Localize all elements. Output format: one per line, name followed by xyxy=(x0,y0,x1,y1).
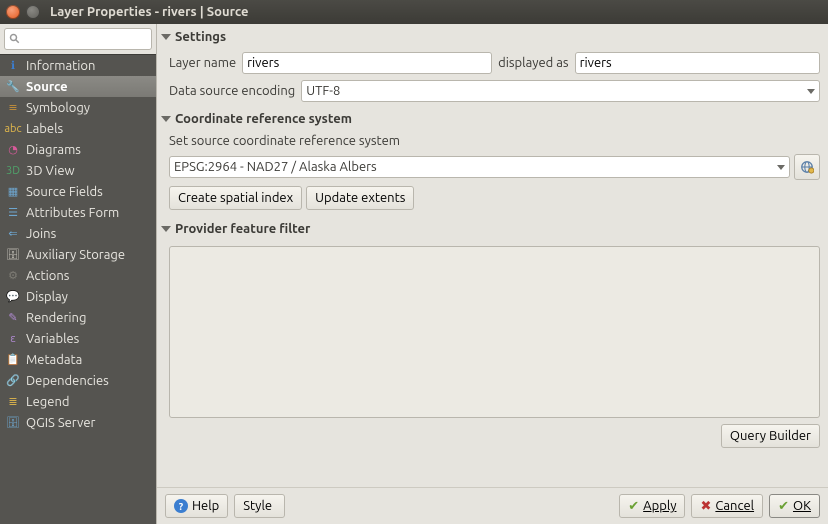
encoding-value: UTF-8 xyxy=(306,84,340,98)
labels-icon: abc xyxy=(6,122,20,136)
bottom-bar: ? Help Style ✔ Apply ✖ Cancel ✔ xyxy=(157,487,828,524)
sidebar-item-label: Variables xyxy=(26,332,79,346)
help-button[interactable]: ? Help xyxy=(165,494,228,518)
information-icon: ℹ xyxy=(6,59,20,73)
apply-button[interactable]: ✔ Apply xyxy=(619,494,685,518)
chevron-down-icon xyxy=(777,165,785,170)
ok-button[interactable]: ✔ OK xyxy=(769,494,820,518)
close-icon: ✖ xyxy=(700,499,711,514)
section-header-crs[interactable]: Coordinate reference system xyxy=(161,110,820,130)
sidebar-item-label: Diagrams xyxy=(26,143,81,157)
source-fields-icon: ▦ xyxy=(6,185,20,199)
qgis-server-icon: 🗄 xyxy=(6,416,20,430)
help-icon: ? xyxy=(174,499,188,513)
sidebar-item-source-fields[interactable]: ▦ Source Fields xyxy=(0,181,156,202)
joins-icon: ⇐ xyxy=(6,227,20,241)
sidebar-item-label: 3D View xyxy=(26,164,75,178)
source-icon: 🔧 xyxy=(6,80,20,94)
sidebar-item-label: Source xyxy=(26,80,68,94)
sidebar-search-input[interactable] xyxy=(4,28,152,50)
sidebar-item-label: Attributes Form xyxy=(26,206,119,220)
sidebar-item-label: Joins xyxy=(26,227,56,241)
create-spatial-index-button[interactable]: Create spatial index xyxy=(169,186,302,210)
sidebar-item-information[interactable]: ℹ Information xyxy=(0,55,156,76)
sidebar-item-diagrams[interactable]: ◔ Diagrams xyxy=(0,139,156,160)
chevron-down-icon xyxy=(161,116,171,122)
layer-name-label: Layer name xyxy=(169,56,236,70)
metadata-icon: 📋 xyxy=(6,353,20,367)
sidebar-item-source[interactable]: 🔧 Source xyxy=(0,76,156,97)
crs-picker-button[interactable] xyxy=(794,154,820,180)
displayed-as-label: displayed as xyxy=(498,56,568,70)
sidebar-item-label: Information xyxy=(26,59,95,73)
section-header-settings[interactable]: Settings xyxy=(161,28,820,48)
cancel-button[interactable]: ✖ Cancel xyxy=(691,494,763,518)
crs-value: EPSG:2964 - NAD27 / Alaska Albers xyxy=(174,160,377,174)
sidebar: ℹ Information 🔧 Source ≡ Symbology abc Labels ◔ D… xyxy=(0,24,157,524)
sidebar-item-label: Rendering xyxy=(26,311,86,325)
sidebar-item-dependencies[interactable]: 🔗 Dependencies xyxy=(0,370,156,391)
sidebar-item-label: Legend xyxy=(26,395,69,409)
sidebar-item-auxiliary-storage[interactable]: 🗄 Auxiliary Storage xyxy=(0,244,156,265)
sidebar-item-label: Source Fields xyxy=(26,185,103,199)
crs-select[interactable]: EPSG:2964 - NAD27 / Alaska Albers xyxy=(169,156,790,178)
sidebar-item-symbology[interactable]: ≡ Symbology xyxy=(0,97,156,118)
layer-name-input[interactable] xyxy=(242,52,492,74)
style-button[interactable]: Style xyxy=(234,494,285,518)
settings-header-label: Settings xyxy=(175,30,226,44)
sidebar-item-qgis-server[interactable]: 🗄 QGIS Server xyxy=(0,412,156,433)
displayed-as-input[interactable] xyxy=(575,52,820,74)
window-minimize-button[interactable] xyxy=(26,5,40,19)
crs-header-label: Coordinate reference system xyxy=(175,112,352,126)
legend-icon: ≣ xyxy=(6,395,20,409)
sidebar-item-label: Symbology xyxy=(26,101,90,115)
sidebar-nav: ℹ Information 🔧 Source ≡ Symbology abc Labels ◔ D… xyxy=(0,54,156,524)
sidebar-item-rendering[interactable]: ✎ Rendering xyxy=(0,307,156,328)
crs-set-label: Set source coordinate reference system xyxy=(169,134,400,148)
rendering-icon: ✎ xyxy=(6,311,20,325)
encoding-label: Data source encoding xyxy=(169,84,295,98)
sidebar-item-label: Dependencies xyxy=(26,374,109,388)
filter-header-label: Provider feature filter xyxy=(175,222,310,236)
auxiliary-storage-icon: 🗄 xyxy=(6,248,20,262)
sidebar-item-legend[interactable]: ≣ Legend xyxy=(0,391,156,412)
variables-icon: ε xyxy=(6,332,20,346)
chevron-down-icon xyxy=(161,34,171,40)
symbology-icon: ≡ xyxy=(6,101,20,115)
sidebar-item-label: QGIS Server xyxy=(26,416,95,430)
3d-view-icon: 3D xyxy=(6,164,20,178)
sidebar-item-label: Auxiliary Storage xyxy=(26,248,125,262)
window-close-button[interactable] xyxy=(6,5,20,19)
filter-textarea[interactable] xyxy=(169,246,820,418)
chevron-down-icon xyxy=(161,226,171,232)
actions-icon: ⚙ xyxy=(6,269,20,283)
dependencies-icon: 🔗 xyxy=(6,374,20,388)
main-panel: Settings Layer name displayed as Data so… xyxy=(157,24,828,524)
update-extents-button[interactable]: Update extents xyxy=(306,186,414,210)
titlebar: Layer Properties - rivers | Source xyxy=(0,0,828,24)
sidebar-item-joins[interactable]: ⇐ Joins xyxy=(0,223,156,244)
sidebar-item-actions[interactable]: ⚙ Actions xyxy=(0,265,156,286)
sidebar-item-variables[interactable]: ε Variables xyxy=(0,328,156,349)
diagrams-icon: ◔ xyxy=(6,143,20,157)
sidebar-item-display[interactable]: 💬 Display xyxy=(0,286,156,307)
sidebar-item-labels[interactable]: abc Labels xyxy=(0,118,156,139)
section-header-filter[interactable]: Provider feature filter xyxy=(161,220,820,240)
encoding-select[interactable]: UTF-8 xyxy=(301,80,820,102)
query-builder-button[interactable]: Query Builder xyxy=(721,424,820,448)
sidebar-item-label: Actions xyxy=(26,269,69,283)
check-icon: ✔ xyxy=(778,499,789,514)
sidebar-item-attributes-form[interactable]: ☰ Attributes Form xyxy=(0,202,156,223)
display-icon: 💬 xyxy=(6,290,20,304)
sidebar-item-3d-view[interactable]: 3D 3D View xyxy=(0,160,156,181)
window-title: Layer Properties - rivers | Source xyxy=(50,5,248,19)
sidebar-item-label: Display xyxy=(26,290,68,304)
sidebar-item-label: Metadata xyxy=(26,353,82,367)
chevron-down-icon xyxy=(807,89,815,94)
check-icon: ✔ xyxy=(628,499,639,514)
sidebar-item-label: Labels xyxy=(26,122,63,136)
sidebar-item-metadata[interactable]: 📋 Metadata xyxy=(0,349,156,370)
globe-icon xyxy=(800,160,814,174)
attributes-form-icon: ☰ xyxy=(6,206,20,220)
